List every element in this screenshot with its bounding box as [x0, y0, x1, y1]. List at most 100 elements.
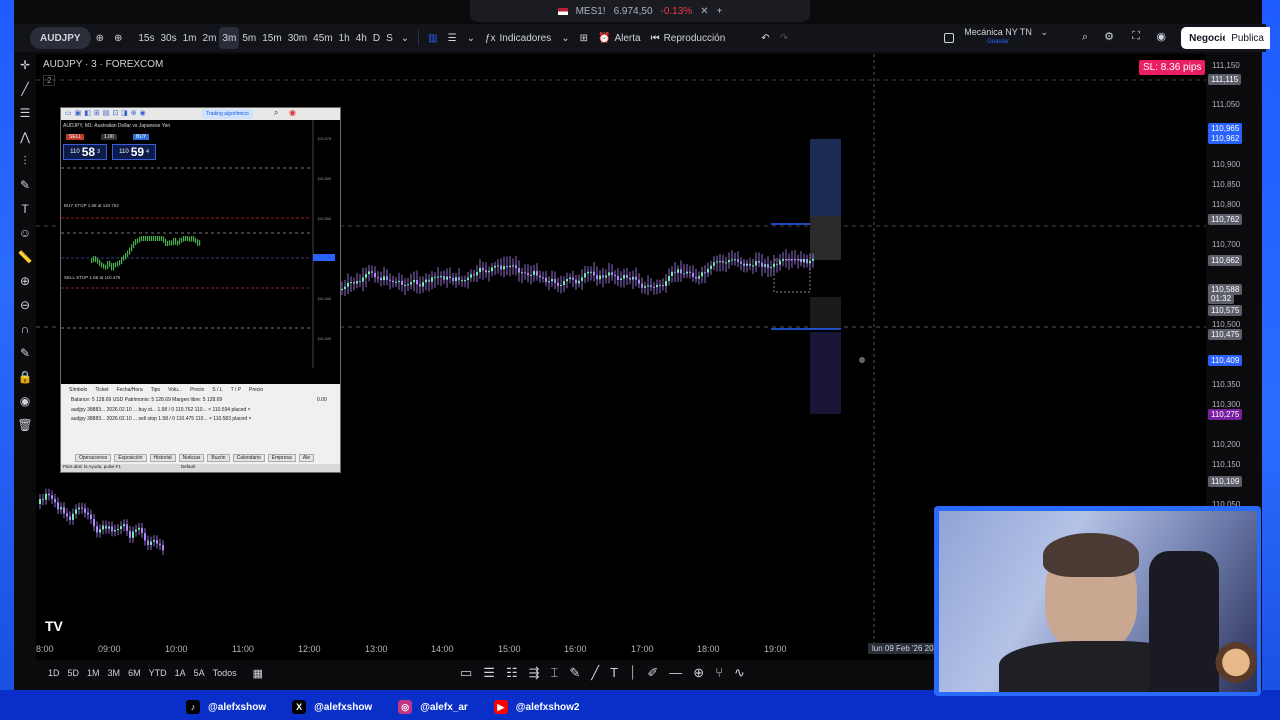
range-1m[interactable]: 1M: [83, 668, 104, 678]
range-5a[interactable]: 5A: [190, 668, 209, 678]
mt-mini-chart[interactable]: 110.675 110.600 110.550 110.500 110.450 …: [61, 120, 340, 380]
channel-icon[interactable]: ☷: [506, 665, 518, 681]
chevron-down-icon[interactable]: ⌄: [556, 27, 574, 49]
mt-order-row[interactable]: audjpy 38883... 2026.02.10 ... sell stop…: [71, 416, 251, 422]
close-icon[interactable]: ✕: [700, 6, 708, 17]
brush-icon[interactable]: ✐: [647, 665, 658, 681]
fork-icon[interactable]: ⑂: [715, 665, 723, 681]
indicators-button[interactable]: ƒx Indicadores: [480, 27, 556, 49]
crosshair-icon[interactable]: ⊕: [693, 665, 704, 681]
mt-column-header[interactable]: Precio: [249, 387, 263, 393]
settings-icon[interactable]: ⚙: [1104, 30, 1114, 43]
interval-5m[interactable]: 5m: [239, 27, 259, 49]
text-icon[interactable]: T: [21, 202, 28, 217]
interval-45m[interactable]: 45m: [310, 27, 335, 49]
mt-tab[interactable]: Empresa: [267, 454, 296, 462]
interval-1m[interactable]: 1m: [180, 27, 200, 49]
social-link[interactable]: ▶ @alefxshow2: [493, 700, 579, 714]
trash-icon[interactable]: 🗑: [17, 418, 32, 433]
replay-button[interactable]: ⏮ Reproducción: [646, 27, 731, 49]
chart-type-icon[interactable]: ☰: [443, 27, 462, 49]
mt-tab[interactable]: Ale: [298, 454, 315, 462]
camera-icon[interactable]: ◉: [1156, 30, 1166, 43]
interval-15m[interactable]: 15m: [259, 27, 284, 49]
mt-tab[interactable]: Operaciones: [75, 454, 112, 462]
cursor-icon[interactable]: ✛: [20, 58, 30, 73]
mt-column-header[interactable]: Símbolo: [69, 387, 87, 393]
social-link[interactable]: ♪ @alefxshow: [186, 700, 266, 714]
candles-icon[interactable]: ▥: [423, 27, 442, 49]
social-link[interactable]: ◎ @alefx_ar: [398, 700, 468, 714]
parallel-icon[interactable]: ⇶: [529, 665, 540, 681]
magnet-icon[interactable]: ∩: [21, 322, 30, 337]
mt-column-header[interactable]: Tipo: [151, 387, 161, 393]
redo-icon[interactable]: ↷: [775, 27, 793, 49]
date-range-icon[interactable]: ▦: [253, 667, 263, 680]
fib-icon[interactable]: ☰: [20, 106, 31, 121]
legend-collapse[interactable]: 2: [43, 75, 56, 86]
mt-toolbar-icons[interactable]: ▭▣◧⊞▤⊡◨⊕◉: [65, 109, 149, 117]
measure-icon[interactable]: ⌶: [551, 665, 559, 681]
mt-tab[interactable]: Historial: [149, 454, 176, 462]
mt-tab[interactable]: Buzón: [207, 454, 230, 462]
chevron-down-icon[interactable]: ⌄: [396, 27, 414, 49]
mt-record-icon[interactable]: ◉: [289, 108, 296, 117]
interval-3m[interactable]: 3m: [219, 27, 240, 49]
line-icon[interactable]: ╱: [591, 665, 599, 681]
rect-icon[interactable]: ▭: [460, 665, 472, 681]
interval-S[interactable]: S: [383, 27, 396, 49]
pattern-icon[interactable]: ⋀: [20, 130, 30, 145]
symbol-search[interactable]: AUDJPY: [30, 27, 91, 49]
publish-button[interactable]: Publica: [1225, 27, 1270, 49]
interval-4h[interactable]: 4h: [353, 27, 370, 49]
undo-icon[interactable]: ↶: [756, 27, 774, 49]
range-1a[interactable]: 1A: [171, 668, 190, 678]
range-todos[interactable]: Todos: [209, 668, 241, 678]
text-icon[interactable]: T: [610, 665, 618, 681]
metatrader-window[interactable]: ▭▣◧⊞▤⊡◨⊕◉ Trading algorítmico ⌕ ◉ AUDJPY…: [60, 107, 341, 473]
mt-search-icon[interactable]: ⌕: [274, 108, 278, 118]
eye-icon[interactable]: ◉: [20, 394, 30, 409]
range-3m[interactable]: 3M: [104, 668, 125, 678]
path-icon[interactable]: ∿: [734, 665, 745, 681]
mt-column-header[interactable]: T / P: [231, 387, 241, 393]
new-tab-icon[interactable]: +: [717, 6, 723, 17]
interval-30s[interactable]: 30s: [157, 27, 179, 49]
fullscreen-icon[interactable]: ⛶: [1132, 30, 1140, 43]
vline-icon[interactable]: ⏐: [629, 665, 636, 681]
mt-column-header[interactable]: Ticket: [95, 387, 108, 393]
search-icon[interactable]: ⌕: [1082, 31, 1088, 44]
interval-30m[interactable]: 30m: [285, 27, 310, 49]
interval-2m[interactable]: 2m: [200, 27, 220, 49]
ruler-icon[interactable]: 📏: [18, 250, 33, 265]
trend-line-icon[interactable]: ╱: [21, 82, 28, 97]
lock-drawings-icon[interactable]: ✎: [20, 346, 30, 361]
add-symbol-icon[interactable]: ⊕: [109, 27, 127, 49]
emoji-icon[interactable]: ☺: [19, 226, 31, 241]
social-link[interactable]: X @alefxshow: [292, 700, 372, 714]
range-ytd[interactable]: YTD: [145, 668, 171, 678]
browser-tab[interactable]: MES1! 6.974,50 -0.13% ✕ +: [470, 0, 810, 22]
compare-icon[interactable]: ⊕: [91, 27, 109, 49]
zoom-out-icon[interactable]: ⊖: [20, 298, 30, 313]
mt-column-header[interactable]: Fecha/Hora: [117, 387, 143, 393]
pen-icon[interactable]: ✎: [569, 665, 580, 681]
mt-tab[interactable]: Exposición: [114, 454, 147, 462]
layout-icon[interactable]: ⊞: [575, 27, 593, 49]
range-1d[interactable]: 1D: [44, 668, 64, 678]
range-5d[interactable]: 5D: [64, 668, 84, 678]
interval-1h[interactable]: 1h: [336, 27, 353, 49]
lock-icon[interactable]: 🔒: [18, 370, 33, 385]
brush-icon[interactable]: ✎: [20, 178, 30, 193]
layout-name[interactable]: Mecánica NY TN Guardar ⌄: [943, 27, 1048, 47]
interval-D[interactable]: D: [370, 27, 383, 49]
mt-order-row[interactable]: audjpy 38883... 2026.02.10 ... buy st...…: [71, 407, 251, 413]
mt-column-header[interactable]: S / L: [212, 387, 222, 393]
mt-column-header[interactable]: Precio: [190, 387, 204, 393]
mt-tab[interactable]: Calendario: [232, 454, 265, 462]
zoom-in-icon[interactable]: ⊕: [20, 274, 30, 289]
chevron-down-icon[interactable]: ⌄: [462, 27, 480, 49]
hlines-icon[interactable]: ☰: [483, 665, 495, 681]
interval-15s[interactable]: 15s: [135, 27, 157, 49]
hline-icon[interactable]: —: [669, 665, 682, 681]
